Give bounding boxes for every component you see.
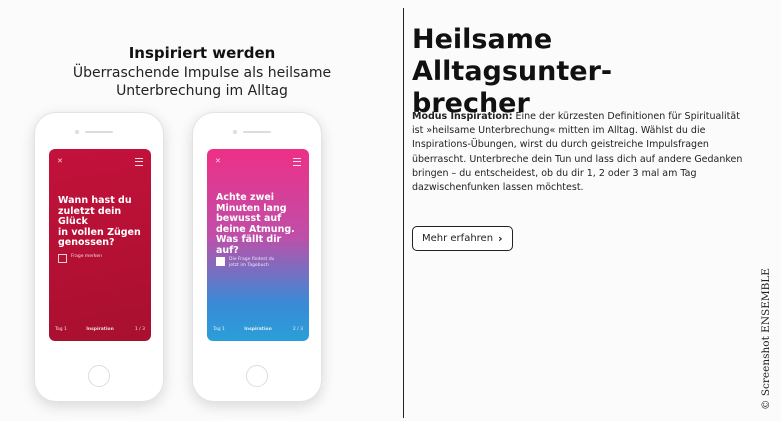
phone-mockup-2: ✕ Achte zwei Minuten lang bewusst auf de…: [192, 112, 322, 402]
speaker-slot: [243, 131, 271, 133]
checkbox-label: Frage merken: [71, 254, 102, 259]
screen-topbar: ✕: [215, 157, 301, 166]
checkbox[interactable]: [58, 254, 67, 263]
mode-label: Inspiration: [86, 327, 114, 332]
camera-dot: [75, 130, 79, 134]
description: Modus Inspiration: Eine der kürzesten De…: [412, 110, 752, 195]
mode-label: Inspiration: [244, 327, 272, 332]
home-button[interactable]: [88, 365, 110, 387]
phone-mockup-1: ✕ Wann hast du zuletzt dein Glück in vol…: [34, 112, 164, 402]
phone-screen-1: ✕ Wann hast du zuletzt dein Glück in vol…: [49, 149, 151, 341]
speaker-slot: [85, 131, 113, 133]
checkbox-label: Die Frage findest du jetzt im Tagebuch: [229, 257, 275, 268]
description-lead: Modus Inspiration:: [412, 111, 513, 122]
checkbox-checked[interactable]: [216, 257, 225, 266]
more-info-button[interactable]: Mehr erfahren ›: [412, 226, 513, 251]
description-body: Eine der kürzesten Definitionen für Spir…: [412, 111, 743, 194]
count-label: 1 / 3: [134, 327, 145, 332]
close-icon[interactable]: ✕: [215, 157, 221, 165]
screen-bottombar: Tag 1 Inspiration 1 / 3: [55, 327, 145, 335]
close-icon[interactable]: ✕: [57, 157, 63, 165]
day-label: Tag 1: [55, 327, 67, 332]
chevron-right-icon: ›: [498, 232, 503, 245]
page-title: Heilsame Alltagsunter- brecher: [412, 24, 613, 119]
left-heading: Inspiriert werden Überraschende Impulse …: [30, 44, 374, 100]
screen-topbar: ✕: [57, 157, 143, 166]
question-text: Achte zwei Minuten lang bewusst auf dein…: [216, 192, 295, 256]
more-info-label: Mehr erfahren: [422, 233, 494, 244]
left-title: Inspiriert werden: [128, 44, 276, 62]
day-label: Tag 1: [213, 327, 225, 332]
page: Inspiriert werden Überraschende Impulse …: [0, 0, 781, 421]
menu-icon[interactable]: [293, 158, 301, 166]
home-button[interactable]: [246, 365, 268, 387]
menu-icon[interactable]: [135, 158, 143, 166]
screen-bottombar: Tag 1 Inspiration 2 / 3: [213, 327, 303, 335]
column-divider: [403, 8, 404, 418]
image-credit: © Screenshot ENSEMBLE: [760, 268, 772, 410]
phone-screen-2: ✕ Achte zwei Minuten lang bewusst auf de…: [207, 149, 309, 341]
question-text: Wann hast du zuletzt dein Glück in volle…: [58, 195, 141, 248]
camera-dot: [233, 130, 237, 134]
left-subtitle: Überraschende Impulse als heilsame Unter…: [72, 65, 332, 99]
count-label: 2 / 3: [292, 327, 303, 332]
